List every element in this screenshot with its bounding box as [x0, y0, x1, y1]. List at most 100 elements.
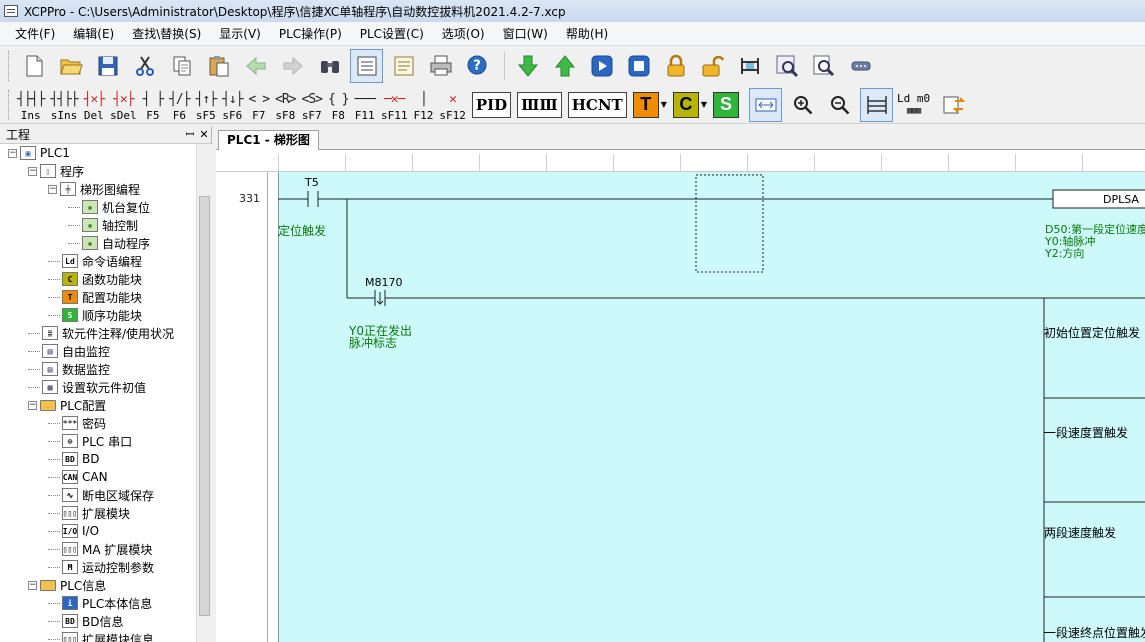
open-button[interactable] — [54, 49, 87, 83]
close-icon[interactable]: ✕ — [197, 128, 211, 141]
counter-button[interactable]: C — [672, 91, 699, 118]
cut-button[interactable] — [128, 49, 161, 83]
forward-button[interactable] — [276, 49, 309, 83]
tree-item[interactable]: ▤ 数据监控 — [28, 360, 110, 378]
convert-button[interactable] — [936, 88, 969, 122]
tree-item[interactable]: BD BD — [48, 450, 99, 468]
instruction-button[interactable]: { } F8 — [328, 88, 350, 122]
pid-button[interactable]: PID — [471, 91, 512, 118]
search-monitor-button[interactable] — [807, 49, 840, 83]
ld-display-button[interactable]: Ld m0 ▦▦▦ — [897, 88, 930, 122]
hcnt-button[interactable]: HCNT — [567, 91, 627, 118]
download-button[interactable] — [511, 49, 544, 83]
tree-item[interactable]: − ▣ PLC1 — [8, 144, 70, 162]
insert-row-button[interactable]: ┤├┤├ Ins — [17, 88, 45, 122]
run-button[interactable] — [585, 49, 618, 83]
collapse-icon[interactable]: − — [28, 580, 37, 590]
vertical-line-button[interactable]: │ F12 — [413, 88, 433, 122]
monitor-button[interactable] — [733, 49, 766, 83]
print-button[interactable] — [424, 49, 457, 83]
collapse-icon[interactable]: − — [28, 400, 37, 410]
tree-item[interactable]: *** 密码 — [48, 414, 106, 432]
tree-item[interactable]: CAN CAN — [48, 468, 108, 486]
find-button[interactable] — [313, 49, 346, 83]
unlock-button[interactable] — [696, 49, 729, 83]
menu-edit[interactable]: 编辑(E) — [64, 25, 123, 42]
save-button[interactable] — [91, 49, 124, 83]
tree-item[interactable]: ▪ 轴控制 — [68, 216, 138, 234]
tree-item[interactable]: Ld 命令语编程 — [48, 252, 142, 270]
tree-item[interactable]: ⊕ PLC 串口 — [48, 432, 132, 450]
collapse-icon[interactable]: − — [8, 148, 17, 158]
tree-item[interactable]: S 顺序功能块 — [48, 306, 142, 324]
delete-column-button[interactable]: ┤✕├ sDel — [110, 88, 137, 122]
paste-button[interactable] — [202, 49, 235, 83]
falling-edge-contact-button[interactable]: ┤↓├ sF6 — [222, 88, 244, 122]
toolbar-grip[interactable] — [8, 51, 11, 81]
menu-find-replace[interactable]: 查找\替换(S) — [123, 25, 210, 42]
zoom-in-button[interactable] — [786, 88, 819, 122]
lock-button[interactable] — [659, 49, 692, 83]
tree-item[interactable]: ▯▯▯ MA 扩展模块 — [48, 540, 152, 558]
ladder-canvas[interactable]: T5 定位触发 M8170 Y0正在发出 脉冲标志 DPLSA D50:第一段定… — [278, 172, 1145, 642]
coil-button[interactable]: < > F7 — [249, 88, 271, 122]
tree-item[interactable]: M 运动控制参数 — [48, 558, 154, 576]
delete-vertical-line-button[interactable]: ✕ sF12 — [439, 88, 466, 122]
tree-item[interactable]: ▪ 机台复位 — [68, 198, 150, 216]
delete-horizontal-line-button[interactable]: ─✕─ sF11 — [381, 88, 408, 122]
insert-column-button[interactable]: ┤┤├├ sIns — [50, 88, 78, 122]
normally-open-contact-button[interactable]: ┤ ├ F5 — [143, 88, 165, 122]
menu-options[interactable]: 选项(O) — [433, 25, 494, 42]
chevron-down-icon[interactable]: ▼ — [661, 100, 667, 109]
zoom-monitor-button[interactable] — [770, 49, 803, 83]
ladder-view-button[interactable] — [350, 49, 383, 83]
back-button[interactable] — [239, 49, 272, 83]
pulse-button[interactable]: ⅢⅢ — [517, 91, 562, 118]
collapse-icon[interactable]: − — [48, 184, 57, 194]
tree-item[interactable]: i PLC本体信息 — [48, 594, 152, 612]
tree-item[interactable]: ▪ 自动程序 — [68, 234, 150, 252]
serial-port-button[interactable] — [844, 49, 877, 83]
stop-button[interactable] — [622, 49, 655, 83]
set-coil-button[interactable]: <S> sF7 — [302, 88, 324, 122]
comment-toggle-button[interactable] — [749, 87, 782, 122]
tree-item[interactable]: ≣ 软元件注释/使用状况 — [28, 324, 174, 342]
tree-item[interactable]: − PLC配置 — [28, 396, 106, 414]
pin-icon[interactable]: ꟷ — [183, 127, 197, 142]
grid-view-button[interactable] — [860, 87, 893, 122]
menu-window[interactable]: 窗口(W) — [494, 25, 557, 42]
reset-coil-button[interactable]: <R> sF8 — [275, 88, 297, 122]
tree-item[interactable]: − ╪ 梯形图编程 — [48, 180, 140, 198]
menu-file[interactable]: 文件(F) — [6, 25, 64, 42]
timer-button[interactable]: T — [632, 91, 659, 118]
chevron-down-icon[interactable]: ▼ — [701, 100, 707, 109]
tree-item[interactable]: − PLC信息 — [28, 576, 106, 594]
tab-plc1-ladder[interactable]: PLC1 - 梯形图 — [218, 130, 319, 150]
collapse-icon[interactable]: − — [28, 166, 37, 176]
delete-row-button[interactable]: ┤✕├ Del — [84, 88, 106, 122]
menu-plc-settings[interactable]: PLC设置(C) — [351, 25, 433, 42]
scrollbar-thumb[interactable] — [199, 196, 210, 616]
tree-item[interactable]: ▤ 自由监控 — [28, 342, 110, 360]
upload-button[interactable] — [548, 49, 581, 83]
tree-item[interactable]: ▦ 设置软元件初值 — [28, 378, 146, 396]
tree-item[interactable]: T 配置功能块 — [48, 288, 142, 306]
menu-view[interactable]: 显示(V) — [210, 25, 270, 42]
zoom-out-button[interactable] — [823, 88, 856, 122]
menu-help[interactable]: 帮助(H) — [557, 25, 617, 42]
new-file-button[interactable] — [17, 49, 50, 83]
tree-scrollbar[interactable] — [196, 144, 212, 642]
instruction-list-button[interactable] — [387, 49, 420, 83]
normally-closed-contact-button[interactable]: ┤/├ F6 — [169, 88, 191, 122]
sequence-button[interactable]: S — [713, 91, 739, 118]
tree-item[interactable]: − ▯ 程序 — [28, 162, 84, 180]
copy-button[interactable] — [165, 49, 198, 83]
toolbar-grip[interactable] — [8, 89, 11, 120]
tree-item[interactable]: ▯▯▯ 扩展模块 — [48, 504, 130, 522]
tree-item[interactable]: ∿ 断电区域保存 — [48, 486, 154, 504]
tree-item[interactable]: C 函数功能块 — [48, 270, 142, 288]
tree-item[interactable]: ▯▯▯ 扩展模块信息 — [48, 630, 154, 642]
rising-edge-contact-button[interactable]: ┤↑├ sF5 — [196, 88, 218, 122]
tree-item[interactable]: I/O I/O — [48, 522, 99, 540]
cell-cursor[interactable] — [695, 174, 764, 273]
